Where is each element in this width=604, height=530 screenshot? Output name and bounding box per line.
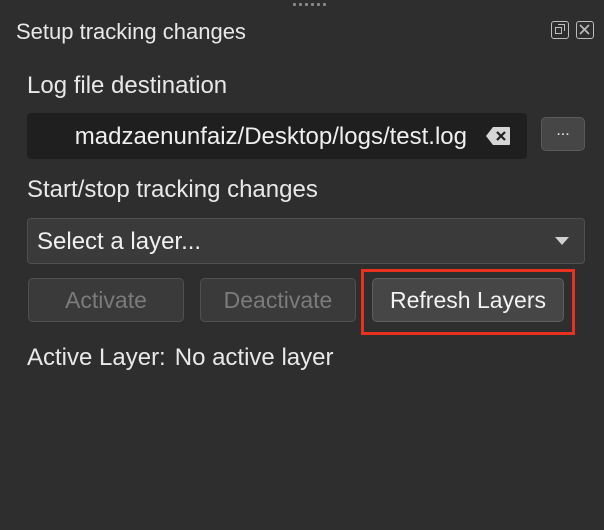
browse-button[interactable]: ... bbox=[541, 117, 585, 151]
drag-grip-icon[interactable] bbox=[291, 3, 327, 9]
deactivate-button[interactable]: Deactivate bbox=[200, 278, 356, 322]
active-layer-label: Active Layer: bbox=[27, 344, 166, 371]
active-layer-status: Active Layer: No active layer bbox=[27, 344, 333, 372]
refresh-layers-button[interactable]: Refresh Layers bbox=[372, 278, 564, 322]
activate-button[interactable]: Activate bbox=[28, 278, 184, 322]
log-file-label: Log file destination bbox=[27, 72, 228, 99]
active-layer-value: No active layer bbox=[174, 344, 334, 371]
float-window-icon[interactable] bbox=[551, 21, 569, 39]
tracking-changes-panel: Setup tracking changes Log file destinat… bbox=[0, 0, 604, 530]
log-file-path-value: madzaenunfaiz/Desktop/logs/test.log bbox=[74, 123, 467, 150]
log-file-path-input[interactable]: madzaenunfaiz/Desktop/logs/test.log bbox=[27, 113, 527, 159]
layer-select[interactable]: Select a layer... bbox=[27, 218, 585, 264]
tracking-section-label: Start/stop tracking changes bbox=[27, 176, 318, 203]
close-window-icon[interactable] bbox=[576, 21, 594, 39]
clear-text-icon[interactable] bbox=[485, 126, 511, 146]
layer-select-value: Select a layer... bbox=[37, 228, 202, 255]
panel-title: Setup tracking changes bbox=[16, 19, 246, 44]
chevron-down-icon bbox=[555, 237, 569, 245]
